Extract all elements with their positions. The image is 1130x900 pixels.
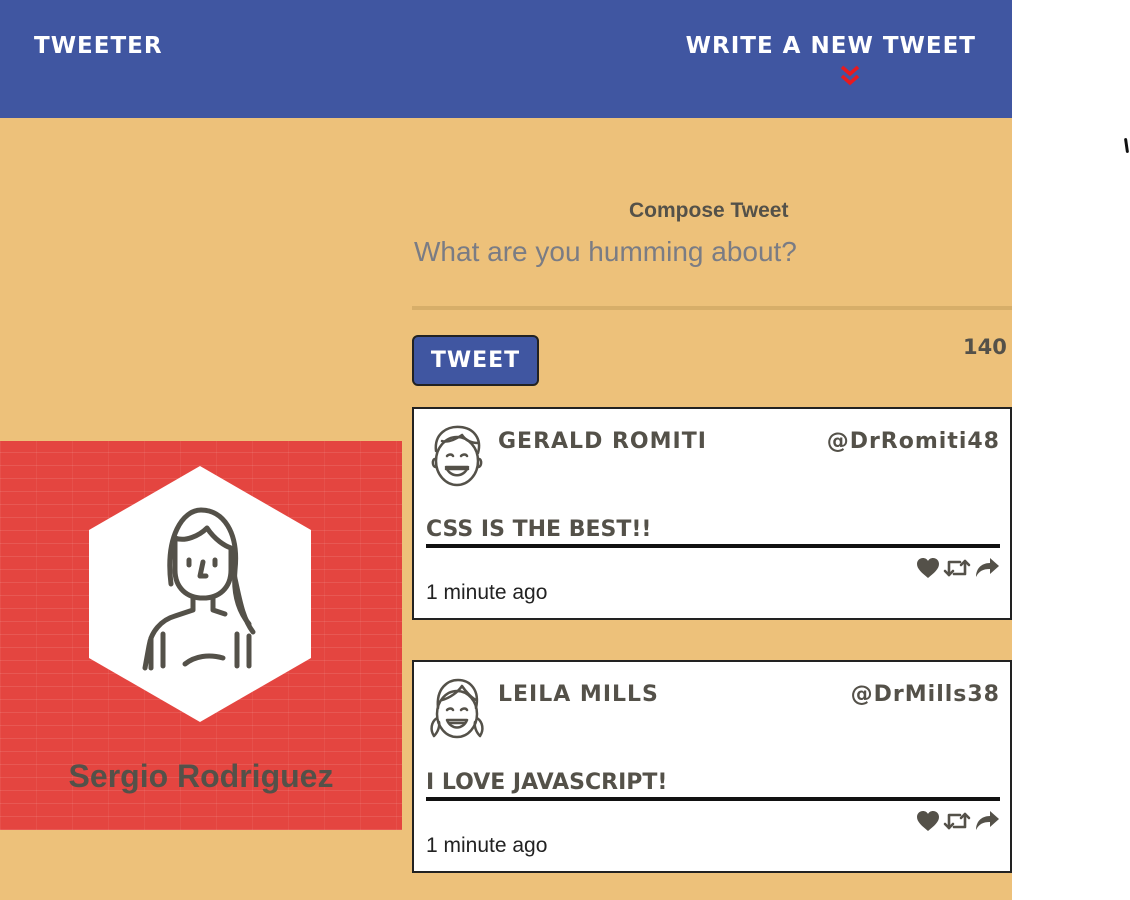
character-counter: 140 <box>963 335 1007 359</box>
tweet-card: GERALD ROMITI @DrRomiti48 CSS IS THE BES… <box>412 407 1012 620</box>
boy-avatar-icon <box>431 425 483 487</box>
girl-avatar-icon <box>430 678 484 739</box>
share-icon[interactable] <box>974 810 1000 832</box>
profile-name: Sergio Rodriguez <box>68 758 334 794</box>
tweet-author-handle: @DrMills38 <box>850 682 1000 707</box>
tweet-timestamp: 1 minute ago <box>426 581 548 604</box>
compose-label: Compose Tweet <box>629 199 789 222</box>
tweet-textarea[interactable] <box>412 232 1012 310</box>
heart-icon[interactable] <box>916 557 940 579</box>
tweet-submit-button[interactable]: TWEET <box>412 335 539 386</box>
tweet-actions <box>916 557 1000 579</box>
tweet-content: CSS IS THE BEST!! <box>426 517 1000 548</box>
retweet-icon[interactable] <box>943 810 971 832</box>
heart-icon[interactable] <box>916 810 940 832</box>
tweet-author-name: LEILA MILLS <box>498 682 659 707</box>
brand-logo[interactable]: TWEETER <box>34 33 163 59</box>
navbar: TWEETER WRITE A NEW TWEET <box>0 0 1012 118</box>
share-icon[interactable] <box>974 557 1000 579</box>
tweet-content: I LOVE JAVASCRIPT! <box>426 770 1000 801</box>
tweet-actions <box>916 810 1000 832</box>
stray-mark <box>1123 137 1130 154</box>
tweet-timestamp: 1 minute ago <box>426 834 548 857</box>
tweet-author-name: GERALD ROMITI <box>498 429 707 454</box>
write-new-tweet-button[interactable]: WRITE A NEW TWEET <box>686 33 976 59</box>
double-chevron-down-icon[interactable] <box>838 64 862 88</box>
retweet-icon[interactable] <box>943 557 971 579</box>
tweet-card: LEILA MILLS @DrMills38 I LOVE JAVASCRIPT… <box>412 660 1012 873</box>
profile-avatar <box>89 466 311 722</box>
tweet-author-handle: @DrRomiti48 <box>826 429 1000 454</box>
page: TWEETER WRITE A NEW TWEET Sergio Rodrigu… <box>0 0 1012 900</box>
